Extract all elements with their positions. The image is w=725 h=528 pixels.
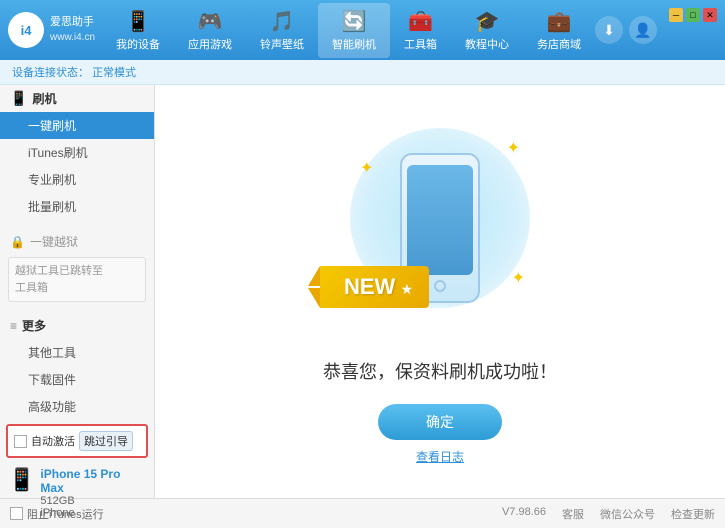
bottom-right: V7.98.66 客服 微信公众号 检查更新 — [502, 506, 715, 522]
main-layout: 📱 刷机 一键刷机 iTunes刷机 专业刷机 批量刷机 🔒 一键越狱 越狱工具… — [0, 85, 725, 498]
check-update-link[interactable]: 检查更新 — [671, 506, 715, 522]
download-btn[interactable]: ⬇ — [595, 16, 623, 44]
phone-screen — [407, 165, 473, 275]
ribbon-body: NEW ★ — [320, 266, 429, 308]
nav-flash-icon: 🔄 — [342, 9, 367, 34]
nav-ringtones-label: 铃声壁纸 — [260, 36, 304, 52]
sidebar-disabled-notice: 越狱工具已跳转至工具箱 — [8, 257, 146, 302]
nav-my-device[interactable]: 📱 我的设备 — [102, 3, 174, 58]
nav-ringtones-icon: 🎵 — [270, 9, 295, 34]
nav-apps-label: 应用游戏 — [188, 36, 232, 52]
sidebar-item-advanced[interactable]: 高级功能 — [0, 393, 154, 420]
sidebar-item-batch-flash[interactable]: 批量刷机 — [0, 193, 154, 220]
breadcrumb-status: 正常模式 — [92, 67, 136, 79]
customer-service-link[interactable]: 客服 — [562, 506, 584, 522]
version-text: V7.98.66 — [502, 506, 546, 522]
more-icon: ≡ — [10, 319, 17, 333]
logo-text: 爱思助手 www.i4.cn — [50, 15, 95, 44]
nav-bar: 📱 我的设备 🎮 应用游戏 🎵 铃声壁纸 🔄 智能刷机 🧰 工具箱 🎓 教程中心… — [102, 3, 595, 58]
nav-toolbox-icon: 🧰 — [408, 9, 433, 34]
nav-service-icon: 💼 — [547, 9, 572, 34]
sidebar-section-more: ≡ 更多 — [0, 312, 154, 339]
nav-apps-games[interactable]: 🎮 应用游戏 — [174, 3, 246, 58]
nav-ringtones[interactable]: 🎵 铃声壁纸 — [246, 3, 318, 58]
nav-tutorials-icon: 🎓 — [475, 9, 500, 34]
nav-service[interactable]: 💼 务店商域 — [523, 3, 595, 58]
logo-abbr: i4 — [21, 23, 32, 38]
confirm-button[interactable]: 确定 — [378, 404, 502, 440]
header: i4 爱思助手 www.i4.cn 📱 我的设备 🎮 应用游戏 🎵 铃声壁纸 🔄… — [0, 0, 725, 60]
nav-apps-icon: 🎮 — [198, 9, 223, 34]
sparkle2-icon: ✦ — [360, 158, 373, 178]
sidebar-item-download-firmware[interactable]: 下载固件 — [0, 366, 154, 393]
sparkle1-icon: ✦ — [507, 138, 520, 158]
guided-setup-btn[interactable]: 跳过引导 — [79, 431, 133, 451]
itunes-label: 阻止iTunes运行 — [27, 506, 104, 522]
breadcrumb: 设备连接状态： 正常模式 — [0, 60, 725, 85]
header-right: ⬇ 👤 — [595, 16, 657, 44]
sidebar-item-itunes-flash[interactable]: iTunes刷机 — [0, 139, 154, 166]
device-phone-icon: 📱 — [8, 467, 35, 493]
itunes-checkbox[interactable] — [10, 507, 23, 520]
nav-flash-label: 智能刷机 — [332, 36, 376, 52]
flash-section-icon: 📱 — [10, 90, 27, 107]
nav-toolbox-label: 工具箱 — [404, 36, 437, 52]
sidebar-section-flash: 📱 刷机 — [0, 85, 154, 112]
device-name: iPhone 15 Pro Max — [40, 467, 146, 495]
sidebar-section-jailbreak: 🔒 一键越狱 — [0, 228, 154, 255]
win-controls: － □ ✕ — [669, 8, 717, 22]
phone-home-btn — [434, 280, 446, 292]
logo-area: i4 爱思助手 www.i4.cn — [8, 12, 102, 48]
nav-smart-flash[interactable]: 🔄 智能刷机 — [318, 3, 390, 58]
main-content: ✦ ✦ ✦ NEW ★ 恭喜您，保资料刷机成功啦！ 确定 查看日志 — [155, 85, 725, 498]
auto-activate-checkbox[interactable] — [14, 435, 27, 448]
win-close-btn[interactable]: ✕ — [703, 8, 717, 22]
auto-activate-row: 自动激活 跳过引导 — [6, 424, 148, 458]
bottom-left: 阻止iTunes运行 — [10, 506, 104, 522]
wechat-link[interactable]: 微信公众号 — [600, 506, 655, 522]
sidebar: 📱 刷机 一键刷机 iTunes刷机 专业刷机 批量刷机 🔒 一键越狱 越狱工具… — [0, 85, 155, 498]
nav-tutorials-label: 教程中心 — [465, 36, 509, 52]
win-maximize-btn[interactable]: □ — [686, 8, 700, 22]
sidebar-item-pro-flash[interactable]: 专业刷机 — [0, 166, 154, 193]
nav-device-icon: 📱 — [126, 9, 151, 34]
ribbon-text: NEW — [344, 274, 395, 299]
nav-device-label: 我的设备 — [116, 36, 160, 52]
auto-activate-label: 自动激活 — [31, 433, 75, 449]
win-minimize-btn[interactable]: － — [669, 8, 683, 22]
ribbon-star: ★ — [401, 281, 414, 297]
nav-service-label: 务店商域 — [537, 36, 581, 52]
logo-circle: i4 — [8, 12, 44, 48]
user-btn[interactable]: 👤 — [629, 16, 657, 44]
sidebar-item-other-tools[interactable]: 其他工具 — [0, 339, 154, 366]
log-link[interactable]: 查看日志 — [416, 448, 464, 465]
sparkle3-icon: ✦ — [512, 268, 525, 288]
nav-tutorials[interactable]: 🎓 教程中心 — [451, 3, 523, 58]
new-ribbon: NEW ★ — [320, 266, 429, 308]
sidebar-item-one-click-flash[interactable]: 一键刷机 — [0, 112, 154, 139]
lock-icon: 🔒 — [10, 235, 25, 249]
breadcrumb-prefix: 设备连接状态： — [12, 67, 89, 79]
success-message: 恭喜您，保资料刷机成功啦！ — [323, 358, 557, 384]
nav-toolbox[interactable]: 🧰 工具箱 — [390, 3, 451, 58]
flash-section-label: 刷机 — [32, 90, 56, 107]
phone-illustration: ✦ ✦ ✦ NEW ★ — [340, 118, 540, 338]
